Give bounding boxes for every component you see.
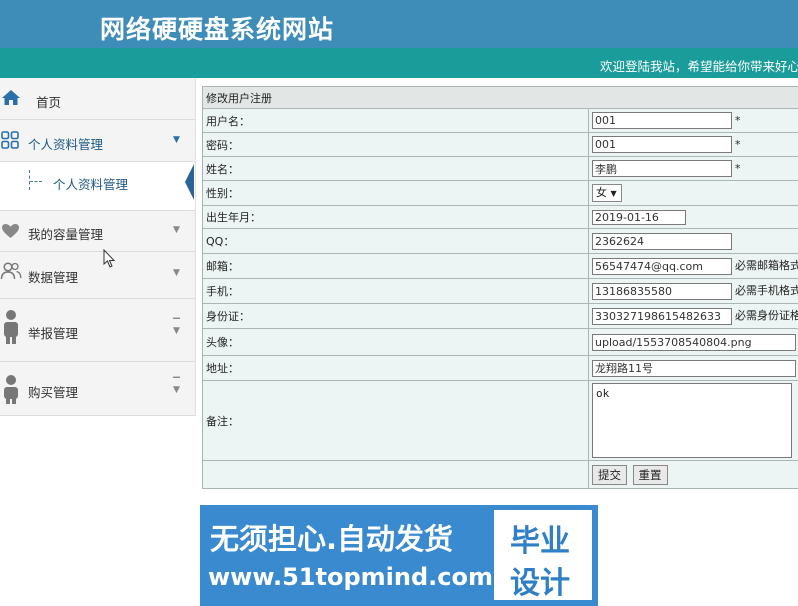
phone-label: 手机： <box>202 278 589 304</box>
sidebar-item-personal-info[interactable]: 个人资料管理 ▼ <box>0 120 195 162</box>
required-mark: * <box>735 113 741 127</box>
home-icon <box>2 90 20 105</box>
caret-down-icon: ▼ <box>173 225 180 235</box>
required-mark: * <box>735 137 741 151</box>
address-input[interactable] <box>592 359 796 377</box>
qq-label: QQ： <box>202 228 589 254</box>
username-label: 用户名： <box>202 108 589 133</box>
reset-button[interactable]: 重置 <box>632 464 668 485</box>
sidebar-item-capacity[interactable]: 我的容量管理 ▼ <box>0 211 195 252</box>
avatar-input[interactable] <box>592 333 796 351</box>
name-input[interactable] <box>592 160 732 177</box>
person-icon <box>4 375 18 404</box>
idcard-label: 身份证： <box>202 303 589 329</box>
password-input[interactable] <box>592 136 732 153</box>
sidebar-submenu: 个人资料管理 <box>0 162 195 211</box>
dropdown-arrow-icon: ▼ <box>610 189 617 198</box>
site-title: 网络硬硬盘系统网站 <box>100 15 335 44</box>
sidebar-item-label: 数据管理 <box>28 270 79 285</box>
sidebar-item-report[interactable]: 举报管理 ▔ ▼ <box>0 299 195 362</box>
birth-label: 出生年月： <box>202 205 589 229</box>
username-input[interactable] <box>592 112 732 129</box>
sidebar-item-data[interactable]: 数据管理 ▼ <box>0 252 195 299</box>
form-title: 修改用户注册 <box>202 86 798 109</box>
qq-input[interactable] <box>592 232 732 250</box>
mouse-cursor-icon <box>103 249 116 268</box>
tree-line <box>29 170 44 190</box>
submit-button[interactable]: 提交 <box>592 464 627 485</box>
email-label: 邮箱： <box>202 253 589 279</box>
sidebar-item-label: 首页 <box>36 95 62 110</box>
address-label: 地址： <box>202 355 589 381</box>
remark-label: 备注： <box>202 380 589 461</box>
required-mark: * <box>735 161 741 175</box>
name-label: 姓名： <box>202 156 589 181</box>
gender-select[interactable]: 女 ▼ <box>592 184 622 202</box>
sidebar-subitem-personal-info[interactable]: 个人资料管理 <box>53 174 128 193</box>
idcard-input[interactable] <box>592 307 732 325</box>
banner-box-line1: 毕业 <box>510 524 570 559</box>
banner-logo-box: 毕业 设计 <box>494 510 592 601</box>
caret-down-icon: ▼ <box>173 135 180 145</box>
sidebar-item-label: 购买管理 <box>28 385 79 400</box>
gender-label: 性别： <box>202 180 589 206</box>
watermark-banner: 无须担心.自动发货 www.51topmind.com 毕业 设计 <box>200 505 598 606</box>
birth-input[interactable] <box>592 209 686 225</box>
banner-box-line2: 设计 <box>510 566 570 601</box>
empty-cell <box>202 460 589 489</box>
sidebar-item-home[interactable]: 首页 <box>0 78 195 120</box>
email-input[interactable] <box>592 257 732 275</box>
caret-down-icon: ▔ ▼ <box>173 319 180 336</box>
person-icon <box>4 310 18 344</box>
sidebar-item-label: 个人资料管理 <box>28 137 104 152</box>
sidebar-item-label: 我的容量管理 <box>28 227 104 242</box>
banner-slogan: 无须担心.自动发货 <box>210 522 454 556</box>
email-note: 必需邮箱格式 <box>735 259 798 273</box>
idcard-note: 必需身份证格 <box>735 309 798 323</box>
gender-value: 女 <box>596 186 607 199</box>
active-marker-icon <box>185 164 194 200</box>
caret-down-icon: ▼ <box>173 268 180 278</box>
edit-user-form: 修改用户注册 用户名： * 密码： * 姓名： * 性别： 女 ▼ 出生年月： … <box>202 86 798 489</box>
heart-icon <box>2 224 19 238</box>
grid-icon <box>1 131 19 149</box>
banner-url: www.51topmind.com <box>208 563 493 591</box>
password-label: 密码： <box>202 132 589 157</box>
phone-note: 必需手机格式 <box>735 284 798 298</box>
welcome-text: 欢迎登陆我站，希望能给你带来好心 <box>600 59 798 74</box>
phone-input[interactable] <box>592 282 732 300</box>
remark-textarea[interactable]: ok <box>592 383 792 458</box>
sidebar-item-purchase[interactable]: 购买管理 ▔ ▼ <box>0 362 195 416</box>
header-bar: 网络硬硬盘系统网站 <box>0 0 798 48</box>
sidebar-item-label: 举报管理 <box>28 326 79 341</box>
users-icon <box>0 262 22 280</box>
avatar-label: 头像： <box>202 328 589 356</box>
caret-down-icon: ▔ ▼ <box>173 378 180 395</box>
